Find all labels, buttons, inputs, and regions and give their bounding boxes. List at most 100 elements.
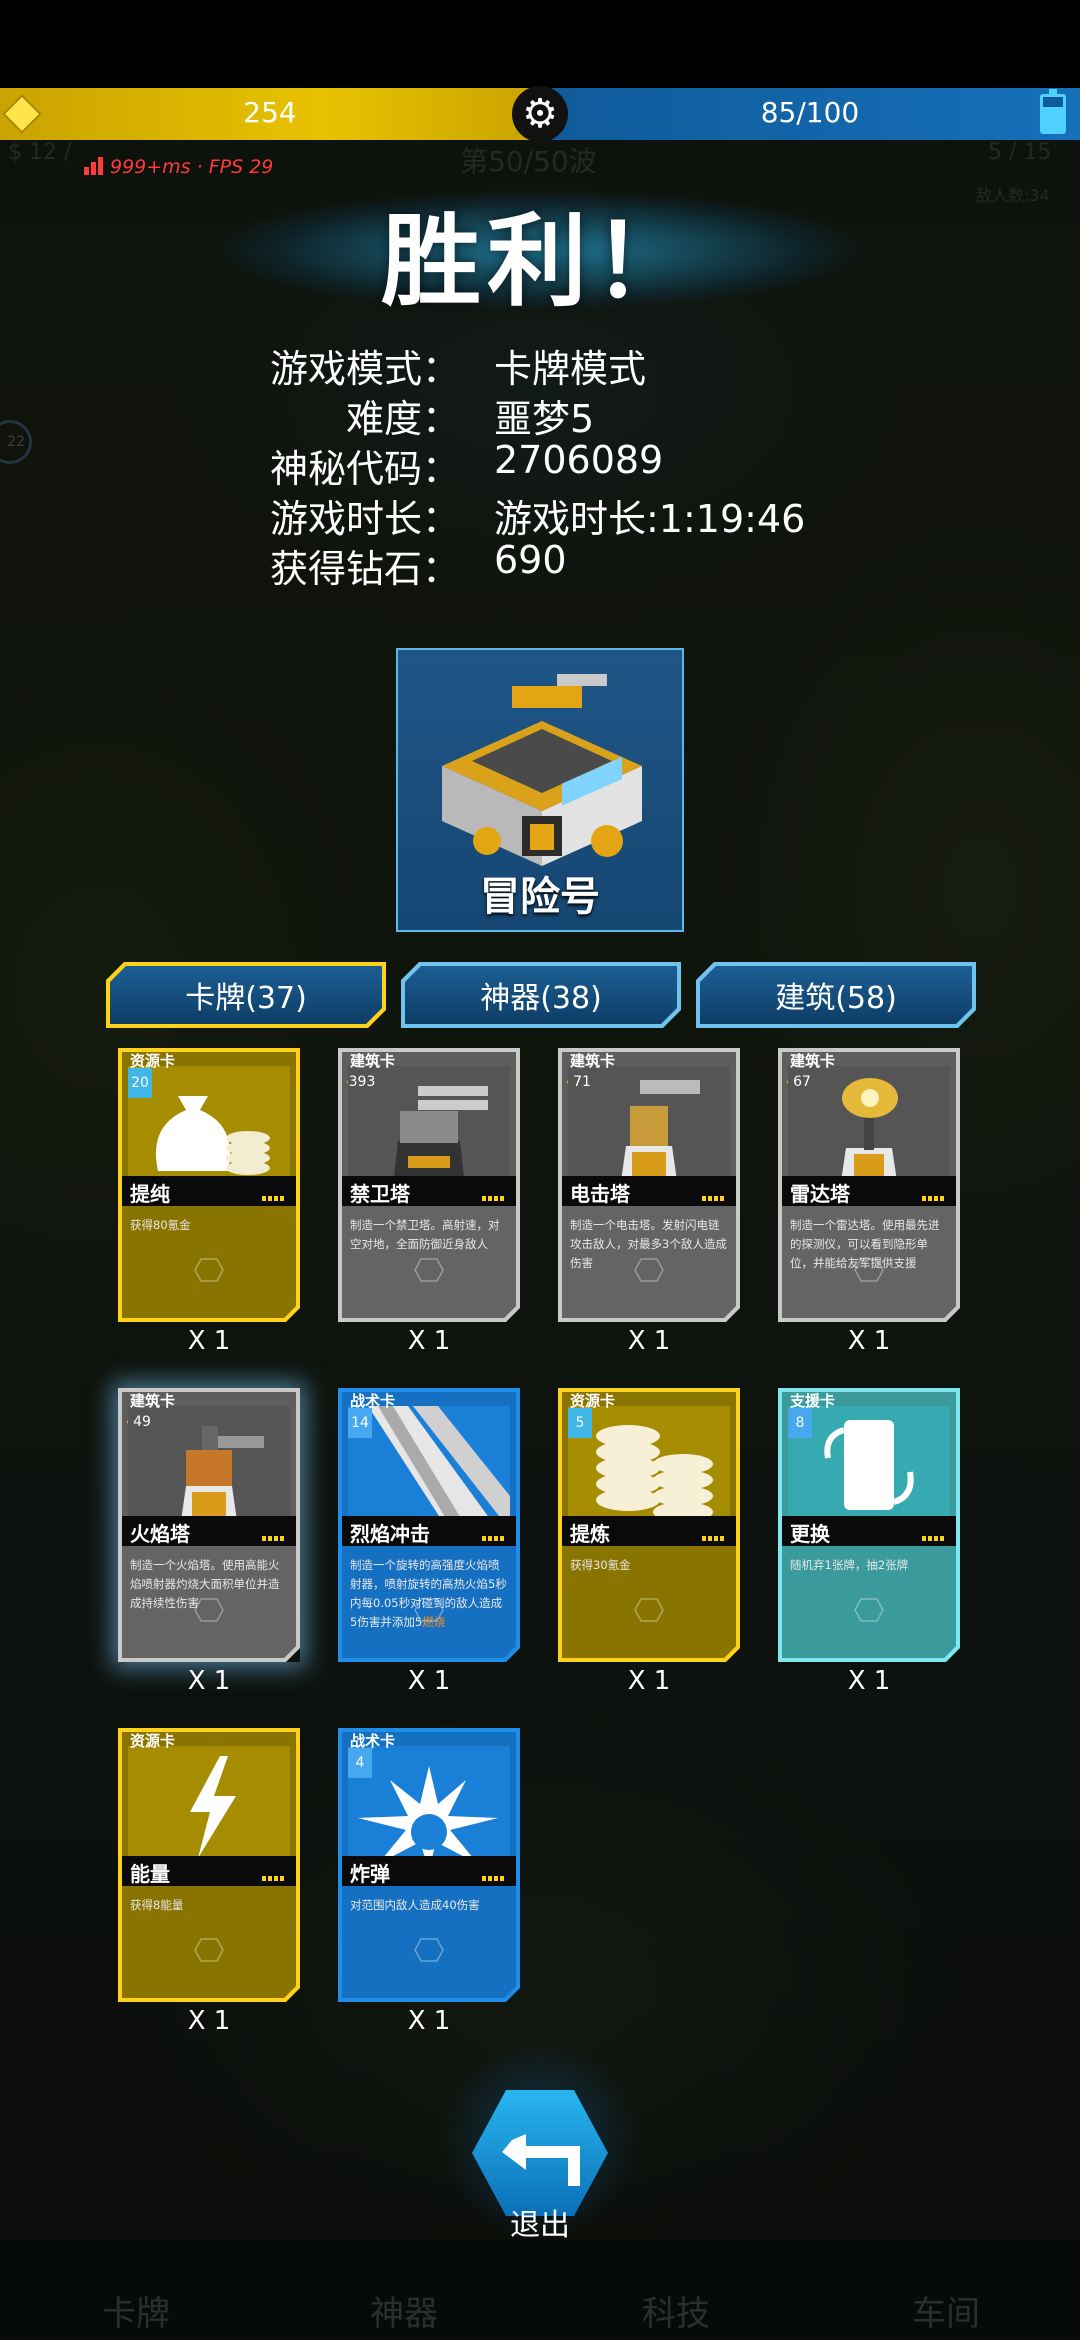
- card-desc: 随机弃1张牌，抽2张牌: [790, 1558, 909, 1572]
- card-type: 建筑卡: [790, 1052, 836, 1070]
- exit-label[interactable]: 退出: [490, 2200, 590, 2244]
- card-name: 火焰塔: [130, 1522, 190, 1546]
- flame-blades-icon: [348, 1406, 510, 1530]
- card-name: 电击塔: [570, 1182, 630, 1206]
- card-body: 4 战术卡 炸弹 对范围内敌人造成40伤害: [342, 1732, 516, 1998]
- card-art: [128, 1746, 290, 1870]
- cost-badge: 5: [568, 1408, 592, 1438]
- tab-cards[interactable]: 卡牌(37): [110, 966, 382, 1024]
- card-body: 49 建筑卡 火焰塔 制造一个火焰塔。使用高能火焰喷射器灼烧大面积单位并造成持续…: [122, 1392, 296, 1658]
- hex-icon: [854, 1598, 884, 1622]
- lightning-icon: [128, 1746, 290, 1870]
- cost-badge: 67: [788, 1068, 816, 1096]
- money-bag-icon: [128, 1066, 290, 1190]
- card-art: [128, 1066, 290, 1190]
- resource-bar: 254 85/100 ⚙: [0, 86, 1080, 142]
- card-type: 建筑卡: [130, 1392, 176, 1410]
- card-body: 14 战术卡 烈焰冲击 制造一个旋转的高强度火焰喷射器，喷射旋转的高热火焰5秒内…: [342, 1392, 516, 1658]
- info-label: 获得钻石：: [269, 547, 460, 591]
- ship-name: 冒险号: [480, 874, 600, 920]
- card-desc: 获得30氪金: [570, 1558, 631, 1572]
- card-huoyanta[interactable]: 49 建筑卡 火焰塔 制造一个火焰塔。使用高能火焰喷射器灼烧大面积单位并造成持续…: [118, 1388, 300, 1662]
- card-desc: 获得80氪金: [130, 1218, 191, 1232]
- card-quantity: X 1: [847, 1326, 891, 1356]
- cost-badge: 8: [788, 1408, 812, 1438]
- card-art: [788, 1406, 950, 1530]
- card-dianjita[interactable]: 71 建筑卡 电击塔 制造一个电击塔。发射闪电链攻击敌人，对最多3个敌人造成伤害: [558, 1048, 740, 1322]
- card-art: [348, 1746, 510, 1870]
- result-info: 游戏模式： 卡牌模式 难度： 噩梦5 神秘代码： 2706089 游戏时长： 游戏时长:…: [0, 338, 1080, 591]
- hex-icon: [414, 1598, 444, 1622]
- card-name: 能量: [130, 1862, 170, 1886]
- diamond-icon: [2, 94, 42, 134]
- nav-artifacts[interactable]: 神器: [314, 2286, 494, 2335]
- coin-stacks-icon: [568, 1406, 730, 1530]
- card-quantity: X 1: [407, 1326, 451, 1356]
- info-row: 获得钻石： 690: [0, 538, 1080, 591]
- info-row: 神秘代码： 2706089: [0, 438, 1080, 491]
- info-value: 游戏时长:1:19:46: [494, 497, 806, 541]
- card-name: 雷达塔: [790, 1182, 850, 1206]
- card-quantity: X 1: [407, 1666, 451, 1696]
- hex-icon: [414, 1938, 444, 1962]
- card-desc: 制造一个禁卫塔。高射速，对空对地，全面防御近身敌人: [350, 1218, 500, 1251]
- energy-value: 85/100: [760, 96, 860, 129]
- nav-cards[interactable]: 卡牌: [46, 2286, 226, 2335]
- card-quantity: X 1: [187, 1326, 231, 1356]
- rarity-stars: [262, 1536, 286, 1541]
- card-type: 资源卡: [570, 1392, 616, 1410]
- card-art: [568, 1406, 730, 1530]
- card-type: 战术卡: [350, 1392, 396, 1410]
- card-lieyanchongji[interactable]: 14 战术卡 烈焰冲击 制造一个旋转的高强度火焰喷射器，喷射旋转的高热火焰5秒内…: [338, 1388, 520, 1662]
- cost-badge: 20: [128, 1068, 152, 1098]
- card-quantity: X 1: [847, 1666, 891, 1696]
- explosion-icon: [348, 1746, 510, 1870]
- card-name: 禁卫塔: [350, 1182, 410, 1206]
- hex-icon: [634, 1258, 664, 1282]
- card-quantity: X 1: [187, 1666, 231, 1696]
- tab-artifacts[interactable]: 神器(38): [405, 966, 677, 1024]
- hex-icon: [194, 1258, 224, 1282]
- nav-tech[interactable]: 科技: [586, 2286, 766, 2335]
- hex-icon: [414, 1258, 444, 1282]
- card-body: 资源卡 能量 获得8能量: [122, 1732, 296, 1998]
- info-label: 游戏时长：: [269, 497, 460, 541]
- card-quantity: X 1: [627, 1666, 671, 1696]
- hex-icon: [194, 1938, 224, 1962]
- card-genghuan[interactable]: 8 支援卡 更换 随机弃1张牌，抽2张牌: [778, 1388, 960, 1662]
- tab-buildings[interactable]: 建筑(58): [700, 966, 972, 1024]
- cost-badge: 393: [348, 1068, 376, 1096]
- card-zhadan[interactable]: 4 战术卡 炸弹 对范围内敌人造成40伤害: [338, 1728, 520, 2002]
- settings-gear-icon[interactable]: ⚙: [512, 86, 568, 142]
- rarity-stars: [702, 1536, 726, 1541]
- hex-icon: [194, 1598, 224, 1622]
- info-value: 690: [494, 538, 567, 582]
- card-type: 建筑卡: [570, 1052, 616, 1070]
- card-tichun[interactable]: 20 资源卡 提纯 获得80氪金: [118, 1048, 300, 1322]
- info-row: 难度： 噩梦5: [0, 388, 1080, 441]
- card-body: 393 建筑卡 禁卫塔 制造一个禁卫塔。高射速，对空对地，全面防御近身敌人: [342, 1052, 516, 1318]
- card-type: 支援卡: [790, 1392, 836, 1410]
- rarity-stars: [922, 1536, 946, 1541]
- card-art: [348, 1406, 510, 1530]
- spaceship-icon: [442, 674, 642, 866]
- card-nengliang[interactable]: 资源卡 能量 获得8能量: [118, 1728, 300, 2002]
- info-label: 神秘代码：: [269, 447, 460, 491]
- hex-icon: [854, 1258, 884, 1282]
- rarity-stars: [922, 1196, 946, 1201]
- hex-icon: [634, 1598, 664, 1622]
- card-body: 20 资源卡 提纯 获得80氪金: [122, 1052, 296, 1318]
- nav-workshop[interactable]: 车间: [856, 2286, 1036, 2335]
- card-name: 更换: [790, 1522, 830, 1546]
- card-tilian[interactable]: 5 资源卡 提炼 获得30氪金: [558, 1388, 740, 1662]
- cost-badge: 71: [568, 1068, 596, 1096]
- rarity-stars: [482, 1196, 506, 1201]
- card-desc: 对范围内敌人造成40伤害: [350, 1898, 480, 1912]
- card-leidata[interactable]: 67 建筑卡 雷达塔 制造一个雷达塔。使用最先进的探测仪，可以看到隐形单位，并能…: [778, 1048, 960, 1322]
- card-name: 炸弹: [350, 1862, 390, 1886]
- card-jinweita[interactable]: 393 建筑卡 禁卫塔 制造一个禁卫塔。高射速，对空对地，全面防御近身敌人: [338, 1048, 520, 1322]
- card-quantity: X 1: [187, 2006, 231, 2036]
- rarity-stars: [262, 1196, 286, 1201]
- card-quantity: X 1: [407, 2006, 451, 2036]
- info-value: 噩梦5: [494, 397, 595, 441]
